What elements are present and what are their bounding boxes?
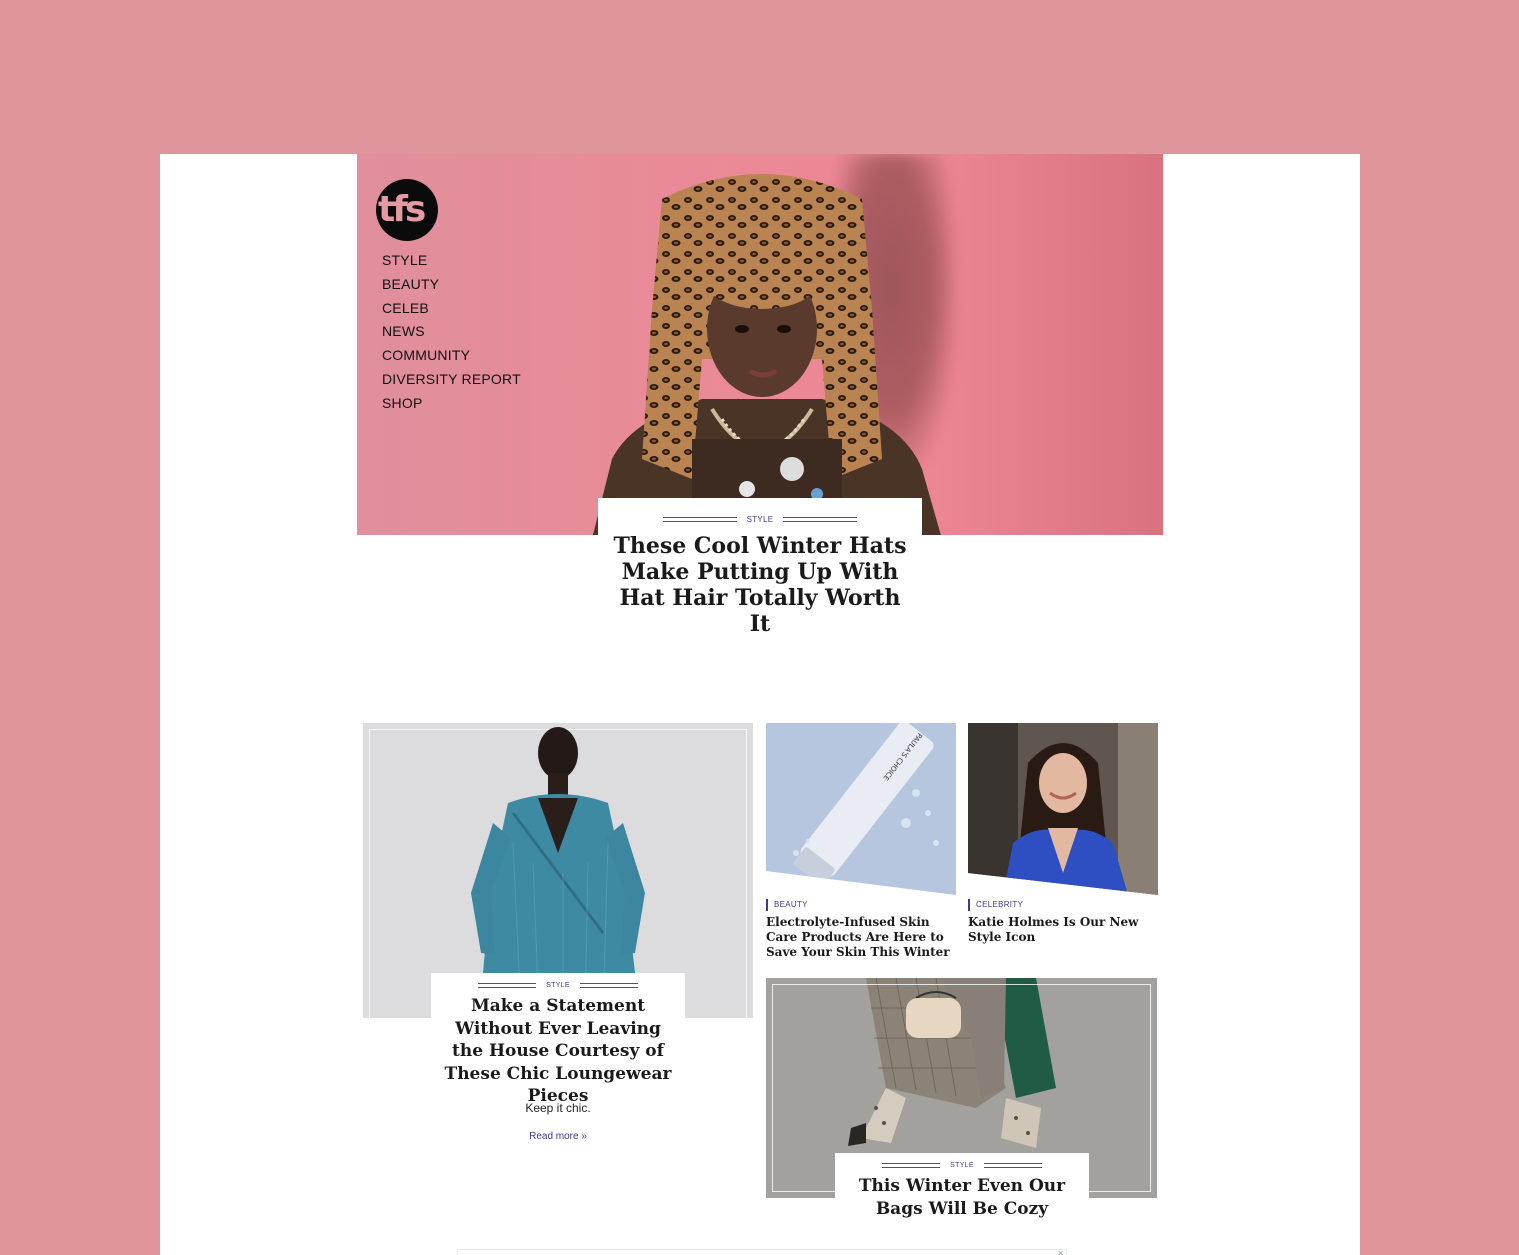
katie-holmes-photo [968, 723, 1158, 895]
double-rule [662, 517, 737, 522]
site-logo[interactable]: tfs [376, 179, 438, 241]
double-rule [983, 1163, 1042, 1168]
ad-slot: ✕ [457, 1249, 1067, 1255]
katie-holmes-image[interactable] [968, 723, 1158, 895]
nav-item-shop[interactable]: SHOP [382, 392, 521, 416]
nav-item-style[interactable]: STYLE [382, 249, 521, 273]
hero-category-label[interactable]: STYLE [747, 515, 774, 524]
skin-care-title[interactable]: Electrolyte-Infused Skin Care Products A… [766, 915, 954, 960]
cozy-bags-title[interactable]: This Winter Even Our Bags Will Be Cozy [843, 1175, 1081, 1220]
page-container: tfs STYLE BEAUTY CELEB NEWS COMMUNITY DI… [160, 154, 1360, 1255]
loungewear-category-label[interactable]: STYLE [546, 982, 570, 989]
double-rule [478, 983, 537, 988]
cozy-bags-category-label[interactable]: STYLE [950, 1162, 974, 1169]
model-leopard-hat-photo [593, 174, 941, 535]
cozy-bags-headline-card[interactable]: STYLE This Winter Even Our Bags Will Be … [835, 1153, 1089, 1225]
celebrity-category-label[interactable]: CELEBRITY [968, 899, 1023, 911]
category-divider: STYLE [598, 515, 922, 524]
katie-holmes-title[interactable]: Katie Holmes Is Our New Style Icon [968, 915, 1156, 945]
double-rule [579, 983, 638, 988]
category-divider: STYLE [431, 982, 685, 989]
category-divider: STYLE [835, 1162, 1089, 1169]
logo-text: tfs [378, 189, 426, 230]
loungewear-headline-card[interactable]: STYLE Make a Statement Without Ever Leav… [431, 973, 685, 1106]
hero-headline-card[interactable]: STYLE These Cool Winter Hats Make Puttin… [598, 498, 922, 637]
nav-item-community[interactable]: COMMUNITY [382, 344, 521, 368]
main-nav: STYLE BEAUTY CELEB NEWS COMMUNITY DIVERS… [382, 249, 521, 416]
read-more-link[interactable]: Read more » [431, 1131, 685, 1142]
nav-item-news[interactable]: NEWS [382, 320, 521, 344]
skin-care-tube-photo: PAULA'S CHOICE [766, 723, 956, 895]
loungewear-dek: Keep it chic. [525, 1101, 591, 1115]
double-rule [882, 1163, 941, 1168]
close-icon[interactable]: ✕ [1057, 1249, 1064, 1255]
hero-image[interactable]: tfs STYLE BEAUTY CELEB NEWS COMMUNITY DI… [357, 154, 1163, 535]
nav-item-diversity-report[interactable]: DIVERSITY REPORT [382, 368, 521, 392]
loungewear-title[interactable]: Make a Statement Without Ever Leaving th… [439, 995, 677, 1108]
beauty-category-label[interactable]: BEAUTY [766, 899, 808, 911]
hero-title[interactable]: These Cool Winter Hats Make Putting Up W… [610, 533, 910, 637]
nav-item-beauty[interactable]: BEAUTY [382, 273, 521, 297]
double-rule [783, 517, 858, 522]
skin-care-image[interactable]: PAULA'S CHOICE [766, 723, 956, 895]
nav-item-celeb[interactable]: CELEB [382, 297, 521, 321]
